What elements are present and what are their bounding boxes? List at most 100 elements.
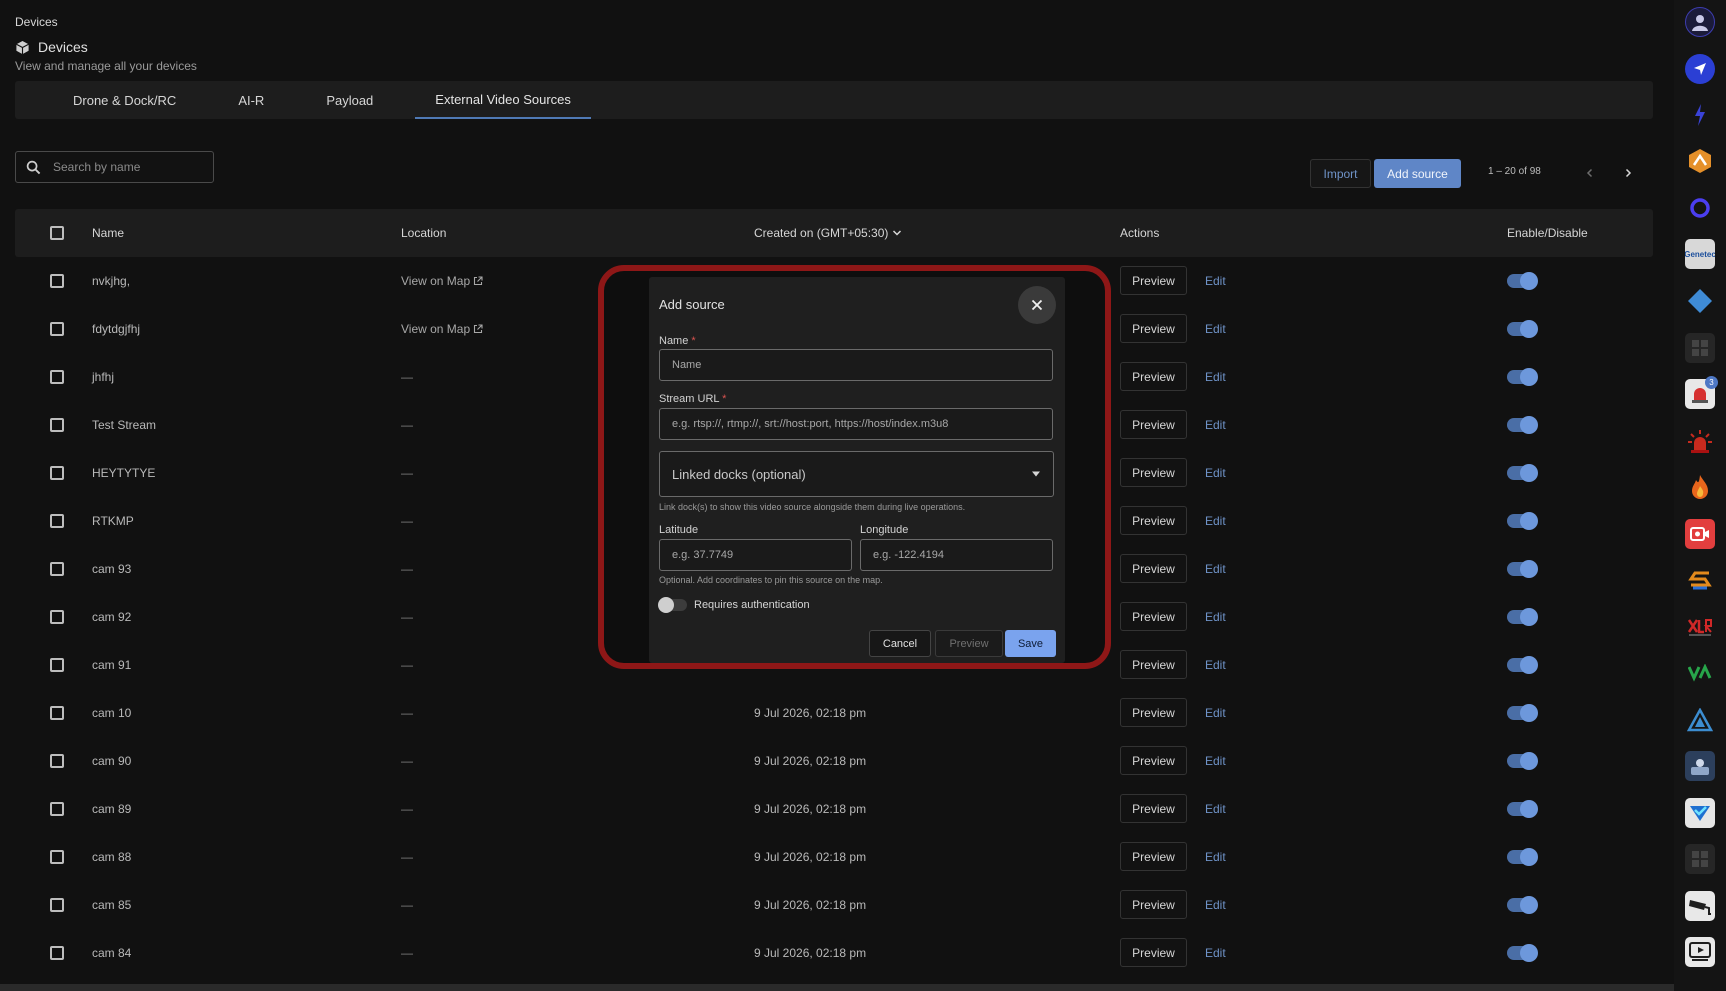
column-created-sort[interactable]: Created on (GMT+05:30) xyxy=(754,209,902,257)
check-app[interactable] xyxy=(1685,798,1715,828)
search-input[interactable] xyxy=(53,160,203,174)
siren-app[interactable] xyxy=(1685,426,1715,456)
enable-toggle[interactable] xyxy=(1507,416,1538,434)
enable-toggle[interactable] xyxy=(1507,896,1538,914)
preview-button[interactable]: Preview xyxy=(1120,842,1187,871)
cctv-app[interactable] xyxy=(1685,891,1715,921)
video-app[interactable] xyxy=(1685,937,1715,967)
close-button[interactable] xyxy=(1018,286,1056,324)
row-checkbox[interactable] xyxy=(50,274,64,288)
tab-ai-r[interactable]: AI-R xyxy=(218,81,284,119)
grid-app-2[interactable] xyxy=(1685,844,1715,874)
edit-link[interactable]: Edit xyxy=(1205,929,1226,977)
edit-link[interactable]: Edit xyxy=(1205,785,1226,833)
row-checkbox[interactable] xyxy=(50,562,64,576)
preview-button[interactable]: Preview xyxy=(1120,794,1187,823)
send-app[interactable] xyxy=(1685,54,1715,84)
enable-toggle[interactable] xyxy=(1507,560,1538,578)
view-on-map-link[interactable]: View on Map xyxy=(401,274,483,288)
bolt-app[interactable] xyxy=(1685,100,1715,130)
preview-button[interactable]: Preview xyxy=(1120,506,1187,535)
row-checkbox[interactable] xyxy=(50,706,64,720)
previous-page-button[interactable] xyxy=(1580,163,1600,183)
enable-toggle[interactable] xyxy=(1507,848,1538,866)
edit-link[interactable]: Edit xyxy=(1205,305,1226,353)
view-on-map-link[interactable]: View on Map xyxy=(401,322,483,336)
edit-link[interactable]: Edit xyxy=(1205,545,1226,593)
tab-payload[interactable]: Payload xyxy=(306,81,393,119)
row-checkbox[interactable] xyxy=(50,610,64,624)
row-location[interactable]: View on Map xyxy=(401,305,483,353)
preview-button[interactable]: Preview xyxy=(1120,602,1187,631)
edit-link[interactable]: Edit xyxy=(1205,497,1226,545)
edit-link[interactable]: Edit xyxy=(1205,689,1226,737)
edit-link[interactable]: Edit xyxy=(1205,833,1226,881)
next-page-button[interactable] xyxy=(1618,163,1638,183)
horizontal-scrollbar[interactable] xyxy=(0,984,1674,991)
latitude-field[interactable] xyxy=(659,539,852,571)
add-source-button[interactable]: Add source xyxy=(1374,159,1461,188)
enable-toggle[interactable] xyxy=(1507,704,1538,722)
preview-button[interactable]: Preview xyxy=(1120,410,1187,439)
tab-drone-dock-rc[interactable]: Drone & Dock/RC xyxy=(53,81,196,119)
preview-button[interactable]: Preview xyxy=(1120,650,1187,679)
edit-link[interactable]: Edit xyxy=(1205,881,1226,929)
preview-button[interactable]: Preview xyxy=(1120,938,1187,967)
tab-external-video-sources[interactable]: External Video Sources xyxy=(415,81,591,119)
orange-app[interactable] xyxy=(1685,146,1715,176)
cancel-button[interactable]: Cancel xyxy=(869,630,931,657)
auth-toggle[interactable] xyxy=(658,597,687,613)
edit-link[interactable]: Edit xyxy=(1205,593,1226,641)
enable-toggle[interactable] xyxy=(1507,320,1538,338)
s-app[interactable] xyxy=(1685,565,1715,595)
row-checkbox[interactable] xyxy=(50,658,64,672)
preview-button[interactable]: Preview xyxy=(1120,890,1187,919)
preview-button[interactable]: Preview xyxy=(1120,362,1187,391)
enable-toggle[interactable] xyxy=(1507,608,1538,626)
enable-toggle[interactable] xyxy=(1507,512,1538,530)
edit-link[interactable]: Edit xyxy=(1205,737,1226,785)
genetec-app[interactable]: Genetec xyxy=(1685,239,1715,269)
edit-link[interactable]: Edit xyxy=(1205,353,1226,401)
preview-button[interactable]: Preview xyxy=(1120,266,1187,295)
alert-app[interactable]: 3 xyxy=(1685,376,1718,409)
row-checkbox[interactable] xyxy=(50,754,64,768)
enable-toggle[interactable] xyxy=(1507,368,1538,386)
row-checkbox[interactable] xyxy=(50,322,64,336)
row-checkbox[interactable] xyxy=(50,514,64,528)
edit-link[interactable]: Edit xyxy=(1205,401,1226,449)
preview-button[interactable]: Preview xyxy=(1120,314,1187,343)
linked-docks-select[interactable]: Linked docks (optional) xyxy=(659,451,1054,497)
longitude-field[interactable] xyxy=(860,539,1053,571)
row-checkbox[interactable] xyxy=(50,946,64,960)
edit-link[interactable]: Edit xyxy=(1205,449,1226,497)
row-checkbox[interactable] xyxy=(50,370,64,384)
row-checkbox[interactable] xyxy=(50,466,64,480)
row-checkbox[interactable] xyxy=(50,850,64,864)
delta-app[interactable] xyxy=(1685,705,1715,735)
xlr-app[interactable] xyxy=(1685,612,1715,642)
preview-button[interactable]: Preview xyxy=(1120,746,1187,775)
sensor-app[interactable] xyxy=(1685,751,1715,781)
dialog-preview-button[interactable]: Preview xyxy=(935,630,1003,657)
profile-avatar[interactable] xyxy=(1685,7,1715,37)
name-field[interactable] xyxy=(659,349,1053,381)
camera-app[interactable] xyxy=(1685,519,1715,549)
breadcrumb[interactable]: Devices xyxy=(15,15,58,29)
enable-toggle[interactable] xyxy=(1507,656,1538,674)
enable-toggle[interactable] xyxy=(1507,272,1538,290)
enable-toggle[interactable] xyxy=(1507,800,1538,818)
grid-app[interactable] xyxy=(1685,333,1715,363)
row-checkbox[interactable] xyxy=(50,898,64,912)
select-all-checkbox[interactable] xyxy=(50,226,64,240)
stream-url-field[interactable] xyxy=(659,408,1053,440)
preview-button[interactable]: Preview xyxy=(1120,554,1187,583)
row-location[interactable]: View on Map xyxy=(401,257,483,305)
edit-link[interactable]: Edit xyxy=(1205,257,1226,305)
save-button[interactable]: Save xyxy=(1005,630,1056,657)
row-checkbox[interactable] xyxy=(50,802,64,816)
va-app[interactable] xyxy=(1685,658,1715,688)
preview-button[interactable]: Preview xyxy=(1120,458,1187,487)
enable-toggle[interactable] xyxy=(1507,752,1538,770)
diamond-app[interactable] xyxy=(1685,286,1715,316)
